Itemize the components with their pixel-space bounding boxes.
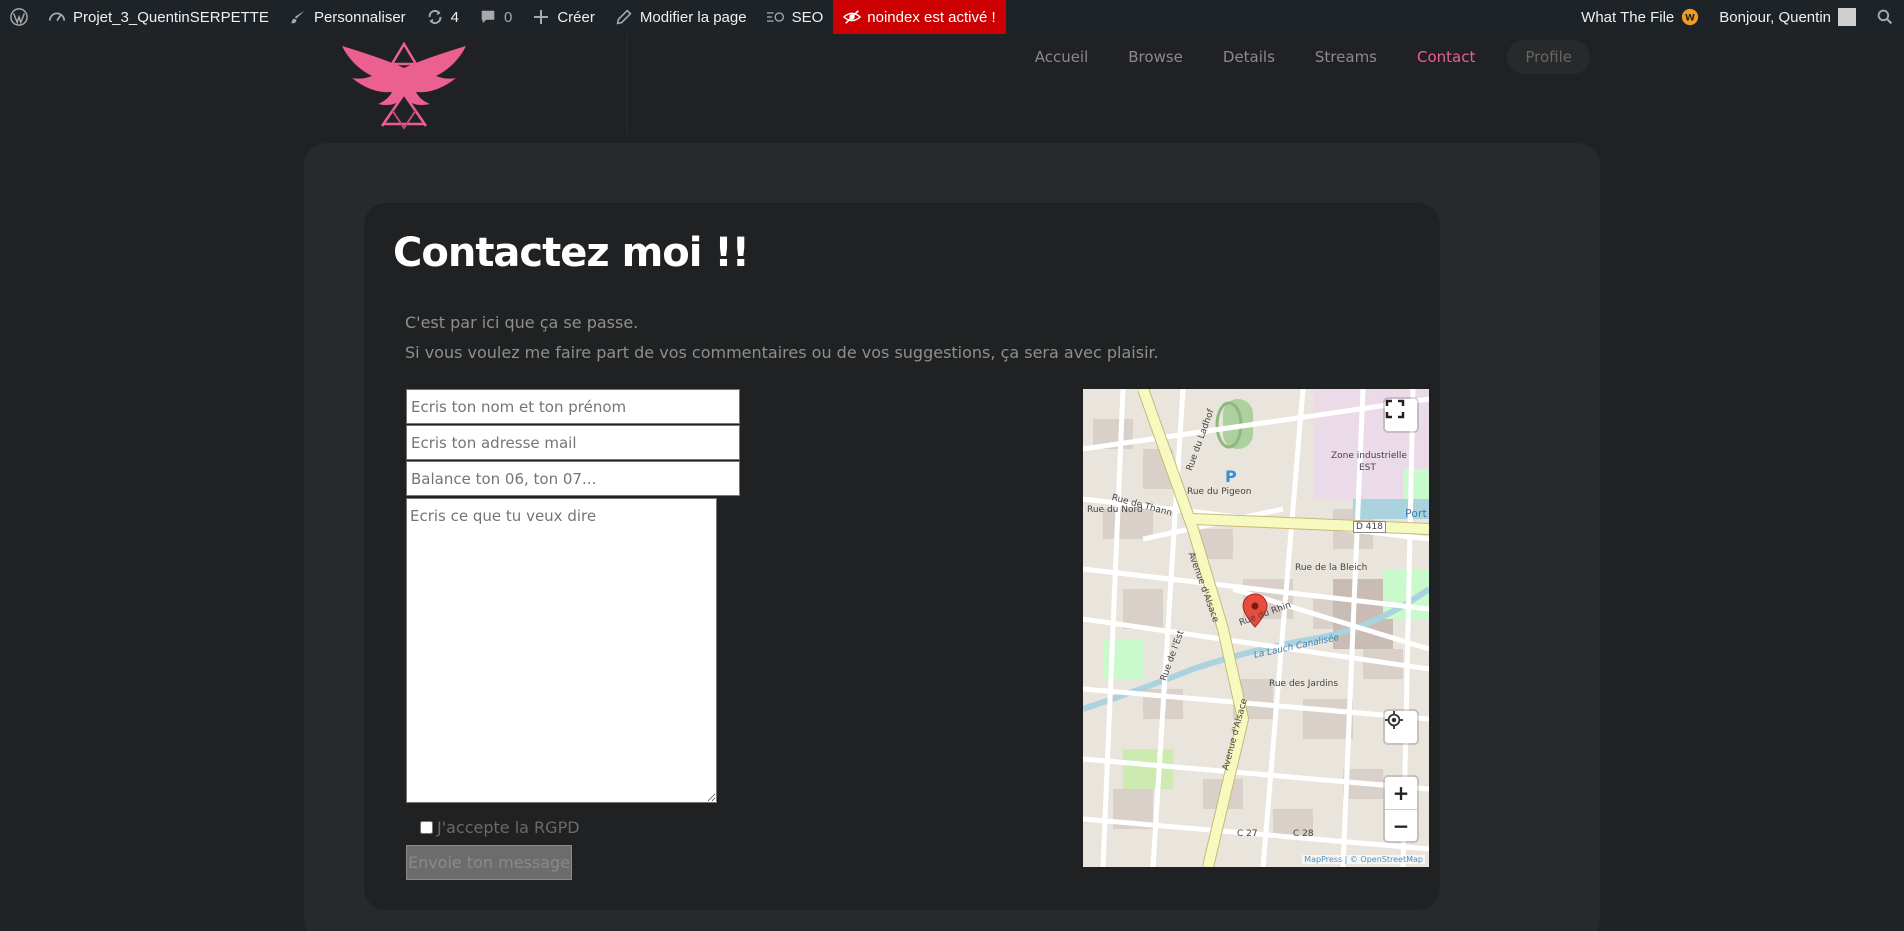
eye-slash-icon [843, 8, 862, 26]
map-zoom-out-button[interactable]: − [1385, 809, 1417, 841]
customize-label: Personnaliser [313, 8, 406, 26]
message-textarea[interactable] [406, 498, 717, 803]
greeting-label: Bonjour, Quentin [1719, 8, 1831, 26]
map-label-zone-industrielle: Zone industrielle [1331, 451, 1407, 461]
map-label-rue-de-la-bleich: Rue de la Bleich [1295, 563, 1368, 573]
admin-search[interactable] [1866, 0, 1904, 34]
intro-line-2: Si vous voulez me faire part de vos comm… [405, 343, 1159, 362]
map-label-rue-du-pigeon: Rue du Pigeon [1187, 487, 1252, 497]
site-name: Projet_3_QuentinSERPETTE [73, 8, 269, 26]
nav-browse[interactable]: Browse [1108, 38, 1203, 76]
map-locate-button[interactable] [1385, 711, 1417, 743]
noindex-warning[interactable]: noindex est activé ! [833, 0, 1006, 34]
plus-icon [532, 8, 550, 26]
account-menu[interactable]: Bonjour, Quentin [1709, 0, 1866, 34]
seo-menu[interactable]: SEO [757, 0, 834, 34]
nav-contact[interactable]: Contact [1397, 38, 1495, 76]
updates-icon [426, 8, 444, 26]
map-label-rue-du-nord: Rue du Nord [1087, 505, 1143, 515]
create-label: Créer [557, 8, 595, 26]
noindex-label: noindex est activé ! [867, 8, 996, 26]
intro-line-1: C'est par ici que ça se passe. [405, 313, 639, 332]
site-logo[interactable] [322, 38, 486, 130]
map-attribution[interactable]: MapPress | © OpenStreetMap [1302, 855, 1425, 864]
updates-count: 4 [450, 8, 459, 26]
search-icon [1876, 8, 1894, 26]
create-link[interactable]: Créer [522, 0, 605, 34]
nav-accueil[interactable]: Accueil [1015, 38, 1109, 76]
rgpd-consent[interactable]: J'accepte la RGPD [420, 818, 580, 837]
what-the-file-label: What The File [1581, 8, 1675, 26]
dashboard-icon [48, 8, 66, 26]
intro-text: C'est par ici que ça se passe. Si vous v… [405, 308, 1159, 368]
rgpd-label: J'accepte la RGPD [437, 818, 580, 837]
pencil-icon [615, 8, 633, 26]
svg-text:W: W [1685, 14, 1695, 24]
nav-details[interactable]: Details [1203, 38, 1295, 76]
edit-page-label: Modifier la page [639, 8, 747, 26]
header-divider [626, 34, 628, 134]
updates-link[interactable]: 4 [416, 0, 469, 34]
admin-bar: Projet_3_QuentinSERPETTE Personnaliser 4… [0, 0, 1904, 34]
comment-icon [479, 8, 497, 26]
edit-page-link[interactable]: Modifier la page [605, 0, 757, 34]
brush-icon [289, 8, 307, 26]
nav-profile[interactable]: Profile [1507, 40, 1590, 74]
map-label-port: Port du [1405, 507, 1429, 520]
map-label-parking: P [1225, 467, 1237, 486]
crosshair-icon [1385, 711, 1403, 729]
what-the-file-icon: W [1681, 8, 1699, 26]
wordpress-logo-icon[interactable] [0, 0, 38, 34]
nav-streams[interactable]: Streams [1295, 38, 1397, 76]
map-label-c27: C 27 [1237, 829, 1258, 839]
site-name-menu[interactable]: Projet_3_QuentinSERPETTE [38, 0, 279, 34]
page-title: Contactez moi !! [393, 230, 750, 276]
map-label-d418: D 418 [1353, 521, 1386, 533]
map-label-rue-des-jardins: Rue des Jardins [1269, 679, 1339, 689]
map-zoom-controls: + − [1385, 777, 1417, 841]
comments-count: 0 [504, 8, 513, 26]
location-map[interactable]: Rue du Ladhof Avenue d'Alsace Avenue d'A… [1083, 389, 1429, 867]
map-fullscreen-button[interactable] [1385, 399, 1417, 431]
map-label-zone-est: EST [1359, 463, 1376, 473]
phone-input[interactable] [406, 461, 740, 496]
comments-link[interactable]: 0 [469, 0, 522, 34]
customize-link[interactable]: Personnaliser [279, 0, 416, 34]
map-zoom-in-button[interactable]: + [1385, 777, 1417, 809]
map-label-c28: C 28 [1293, 829, 1314, 839]
site-header: Accueil Browse Details Streams Contact P… [304, 34, 1600, 134]
what-the-file-menu[interactable]: What The File W [1571, 0, 1709, 34]
rgpd-checkbox[interactable] [420, 821, 433, 834]
main-nav: Accueil Browse Details Streams Contact P… [1015, 38, 1590, 76]
submit-button[interactable]: Envoie ton message [406, 845, 572, 880]
avatar [1838, 8, 1856, 26]
email-input[interactable] [406, 425, 740, 460]
fullscreen-icon [1385, 399, 1405, 419]
name-input[interactable] [406, 389, 740, 424]
seo-icon [766, 8, 785, 26]
seo-label: SEO [791, 8, 824, 26]
